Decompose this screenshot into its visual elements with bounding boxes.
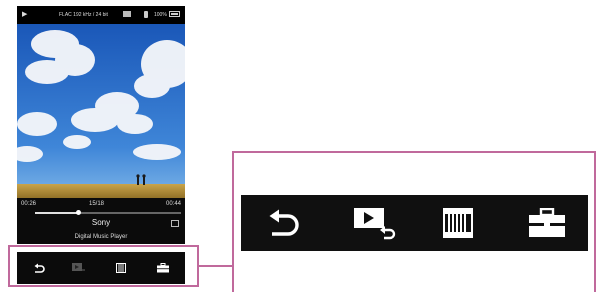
player-screen: ▶ FLAC 192 kHz / 24 bit 100% 00:26 15/18… — [17, 6, 185, 244]
album-art — [17, 24, 185, 200]
format-icon — [123, 11, 131, 17]
play-return-icon — [354, 208, 396, 240]
progress-bar[interactable] — [35, 210, 181, 215]
elapsed-time: 00:26 — [21, 201, 37, 207]
options-button[interactable] — [505, 195, 588, 251]
total-time: 00:44 — [165, 201, 181, 207]
bottom-toolbar-enlarged — [241, 195, 588, 251]
audio-format-label: FLAC 192 kHz / 24 bit — [59, 12, 108, 18]
callout-connector — [199, 265, 233, 267]
play-state-icon: ▶ — [22, 11, 28, 18]
song-title: Sony — [91, 218, 111, 227]
progress-fill — [35, 212, 79, 214]
library-button[interactable] — [423, 195, 493, 251]
library-grid-icon — [443, 208, 473, 238]
back-arrow-icon — [269, 209, 299, 236]
album-art-image — [17, 24, 185, 200]
highlight-frame-small — [8, 245, 199, 287]
battery-percent: 100% — [154, 12, 167, 18]
progress-thumb[interactable] — [76, 210, 82, 215]
track-position: 15/18 — [89, 201, 105, 207]
toolbox-icon — [528, 208, 565, 237]
play-mode-button[interactable] — [337, 195, 413, 251]
battery-icon — [169, 11, 180, 17]
bluetooth-icon — [144, 11, 148, 18]
artist-name: Digital Music Player — [74, 234, 128, 240]
lyrics-icon[interactable] — [171, 220, 179, 227]
back-button[interactable] — [241, 195, 325, 251]
progress-row: 00:26 15/18 00:44 — [17, 198, 185, 218]
status-bar: ▶ FLAC 192 kHz / 24 bit 100% — [17, 6, 185, 24]
